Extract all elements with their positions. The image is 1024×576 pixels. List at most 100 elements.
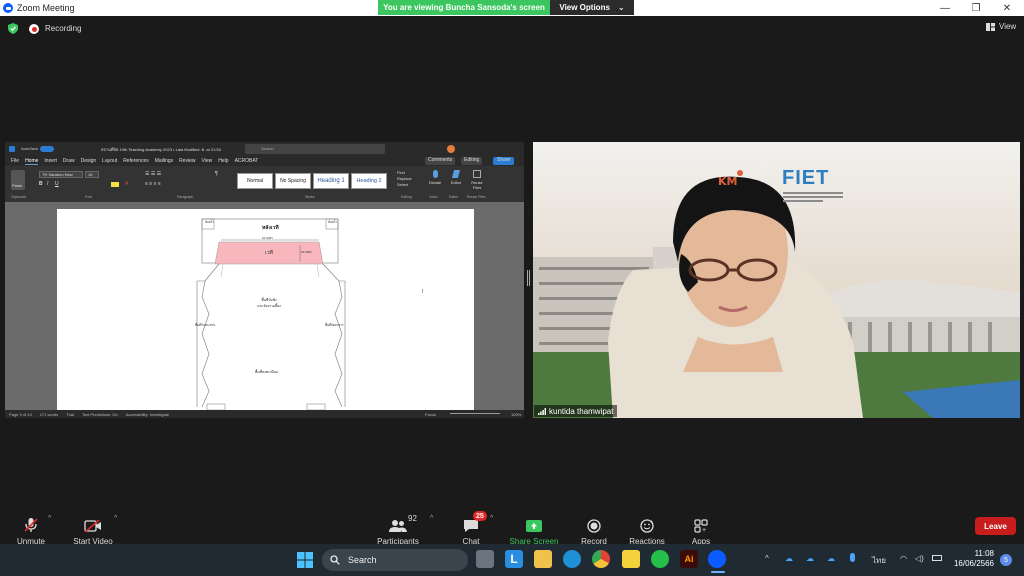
chat-caret-icon[interactable]: ^: [490, 515, 493, 522]
zoom-app-icon[interactable]: [708, 550, 726, 568]
style-heading-2[interactable]: Heading 2: [351, 173, 387, 189]
chrome-browser-icon[interactable]: [592, 550, 610, 568]
menu-layout[interactable]: Layout: [102, 158, 117, 164]
bold-icon[interactable]: B: [39, 181, 43, 187]
status-focus[interactable]: Focus: [425, 412, 436, 417]
highlight-icon[interactable]: [111, 182, 119, 187]
select-button[interactable]: Select: [397, 182, 423, 188]
unmute-button[interactable]: Unmute: [0, 510, 66, 546]
document-page[interactable]: ห้องน้ำ ห้องน้ำ หลังเวที 10 เมตร เวที 10…: [57, 209, 474, 410]
autosave-toggle[interactable]: [40, 146, 54, 152]
group-clipboard: Clipboard: [11, 195, 26, 199]
font-color-icon[interactable]: A: [125, 181, 128, 187]
file-explorer-icon[interactable]: [534, 550, 552, 568]
windows-start-icon[interactable]: [297, 552, 313, 568]
status-zoom[interactable]: 100%: [511, 412, 521, 417]
editing-group[interactable]: Find Replace Select: [397, 170, 423, 192]
style-normal[interactable]: Normal: [237, 173, 273, 189]
word-ribbon: Paste TH Sarabun New 16 B I U A ☰ ☰ ☰ ≡ …: [5, 166, 524, 202]
notification-badge[interactable]: 5: [1000, 554, 1012, 566]
onedrive-3-icon[interactable]: ☁: [827, 554, 835, 563]
editor-button[interactable]: Editor: [447, 170, 465, 192]
word-share-button[interactable]: Share: [493, 157, 515, 165]
apps-button[interactable]: + Apps: [666, 510, 736, 546]
style-no-spacing[interactable]: No Spacing: [275, 173, 311, 189]
microphone-tray-icon[interactable]: [850, 553, 855, 562]
participants-caret-icon[interactable]: ^: [430, 515, 433, 522]
menu-draw[interactable]: Draw: [63, 158, 75, 164]
tray-overflow-icon[interactable]: ^: [765, 554, 769, 563]
text-cursor-icon: I: [422, 289, 424, 295]
menu-home[interactable]: Home: [25, 158, 39, 165]
participants-button[interactable]: Participants: [363, 510, 433, 546]
line-app-icon[interactable]: [651, 550, 669, 568]
edge-browser-icon[interactable]: [563, 550, 581, 568]
viewing-message: You are viewing Buncha Sansoda's screen: [378, 0, 550, 15]
taskbar-search[interactable]: Search: [322, 549, 468, 571]
word-search-input[interactable]: Search: [245, 144, 385, 154]
close-button[interactable]: ✕: [992, 0, 1022, 16]
shared-screen[interactable]: AutoSave สถานที่จัด 10th Teaching Academ…: [5, 142, 524, 418]
editing-button[interactable]: Editing: [461, 157, 483, 165]
style-heading-1[interactable]: Heading 1: [313, 173, 349, 189]
avatar[interactable]: [447, 145, 455, 153]
menu-design[interactable]: Design: [81, 158, 97, 164]
doc-title: สถานที่จัด 10th Teaching Academy 2023 • …: [101, 147, 221, 152]
pilcrow-icon[interactable]: ¶: [215, 171, 218, 177]
leave-button[interactable]: Leave: [975, 517, 1016, 535]
paragraph-buttons[interactable]: ☰ ☰ ☰ ≡ ≡ ≡ ≡ ¶: [145, 171, 229, 189]
minimize-button[interactable]: —: [930, 0, 960, 16]
search-placeholder: Search: [261, 146, 274, 151]
italic-icon[interactable]: I: [47, 181, 48, 187]
align-icon[interactable]: ≡ ≡ ≡ ≡: [145, 181, 161, 187]
menu-references[interactable]: References: [123, 158, 149, 164]
comments-label: Comments: [428, 157, 453, 163]
chat-unread-badge: 25: [473, 511, 487, 521]
bullets-icon[interactable]: ☰ ☰ ☰: [145, 171, 161, 177]
app-l-icon[interactable]: L: [505, 550, 523, 568]
taskbar-clock[interactable]: 11:08 16/06/2566: [948, 549, 994, 569]
recording-label: Recording: [45, 24, 82, 33]
illustrator-icon[interactable]: Ai: [680, 550, 698, 568]
menu-mailings[interactable]: Mailings: [155, 158, 173, 164]
menu-insert[interactable]: Insert: [44, 158, 57, 164]
underline-icon[interactable]: U: [55, 181, 59, 187]
onedrive-2-icon[interactable]: ☁: [806, 554, 814, 563]
task-view-icon[interactable]: [476, 550, 494, 568]
battery-icon[interactable]: [932, 555, 942, 561]
participant-video[interactable]: KM FIET: [533, 142, 1020, 418]
participant-count: 92: [408, 514, 417, 523]
wifi-icon[interactable]: ◠: [900, 554, 907, 563]
onedrive-icon[interactable]: ☁: [785, 554, 793, 563]
font-size-select[interactable]: 16: [85, 171, 99, 178]
view-label: View: [999, 22, 1017, 31]
close-icon: ✕: [1002, 2, 1012, 14]
menu-help[interactable]: Help: [218, 158, 228, 164]
menu-review[interactable]: Review: [179, 158, 195, 164]
start-video-button[interactable]: Start Video: [58, 510, 128, 546]
font-select[interactable]: TH Sarabun New: [39, 171, 83, 178]
view-options-button[interactable]: View Options ⌄: [550, 0, 634, 15]
menu-view[interactable]: View: [202, 158, 213, 164]
menu-file[interactable]: File: [11, 158, 19, 164]
audio-options-caret-icon[interactable]: ^: [48, 515, 51, 522]
chat-button[interactable]: Chat: [436, 510, 506, 546]
video-options-caret-icon[interactable]: ^: [114, 515, 117, 522]
dictate-button[interactable]: Dictate: [427, 170, 443, 192]
comments-button[interactable]: Comments: [425, 157, 456, 165]
sticky-notes-icon[interactable]: [622, 550, 640, 568]
pane-divider-handle[interactable]: [527, 270, 530, 286]
menu-acrobat[interactable]: ACROBAT: [235, 158, 259, 164]
reuse-files-button[interactable]: Reuse Files: [467, 170, 487, 192]
maximize-button[interactable]: ❐: [961, 0, 991, 16]
language-indicator[interactable]: ไทย: [872, 554, 886, 567]
editing-label: Editing: [464, 157, 480, 163]
font-format-buttons[interactable]: B I U A: [39, 181, 139, 188]
view-button[interactable]: View: [986, 22, 1016, 31]
security-shield-icon[interactable]: [8, 23, 18, 34]
grid-view-icon: [986, 22, 995, 31]
status-predictions: Text Predictions: On: [81, 411, 118, 417]
volume-icon[interactable]: ◁): [915, 554, 924, 563]
search-label: Search: [348, 555, 377, 565]
zoom-slider[interactable]: [450, 413, 500, 414]
